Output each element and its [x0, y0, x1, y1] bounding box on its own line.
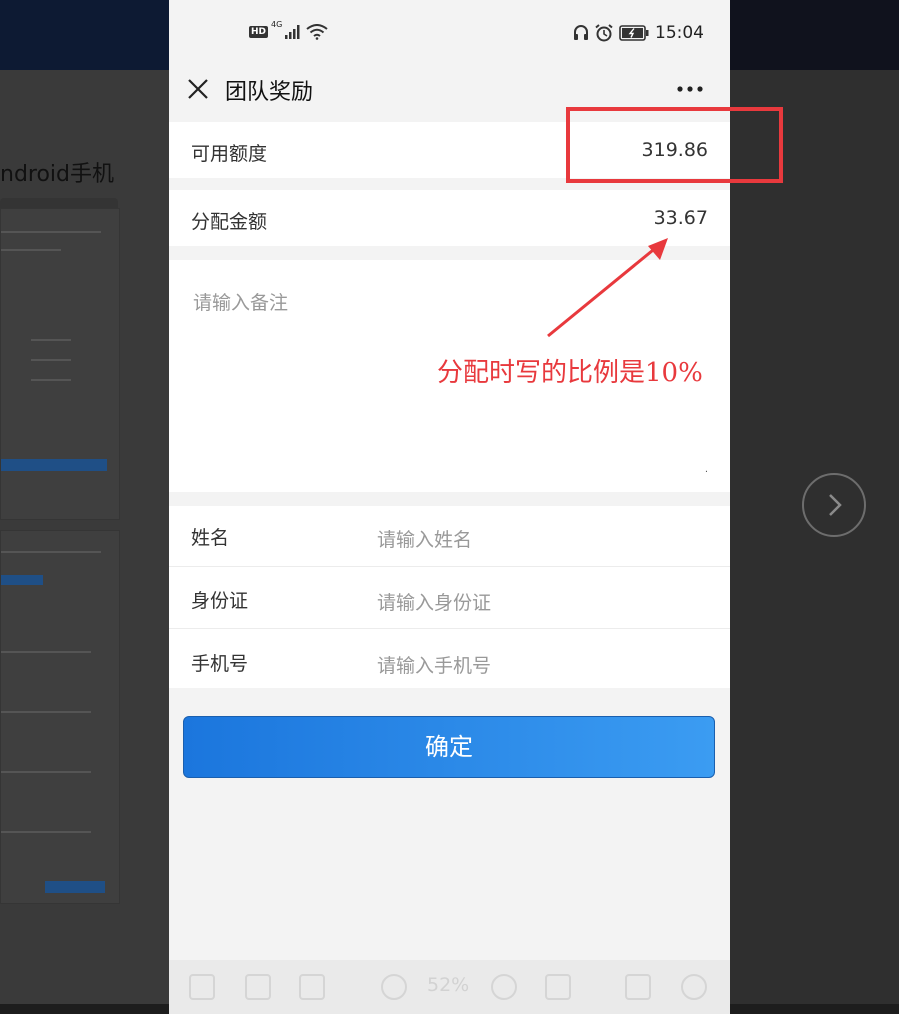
allocation-amount-value[interactable]: 33.67: [654, 207, 708, 229]
close-icon[interactable]: [186, 77, 210, 101]
status-bar: HD 4G 15:04: [169, 0, 730, 66]
refresh-icon[interactable]: [681, 974, 707, 1000]
background-right-panel: [730, 70, 899, 1014]
id-card-input[interactable]: 请输入身份证: [377, 588, 491, 615]
fullscreen-icon[interactable]: [625, 974, 651, 1000]
allocation-amount-label: 分配金额: [191, 211, 268, 233]
page-title: 团队奖励: [225, 80, 314, 105]
signal-icon: [285, 25, 300, 39]
save-icon[interactable]: [189, 974, 215, 1000]
battery-icon: [619, 25, 649, 41]
id-card-label: 身份证: [191, 590, 249, 612]
headset-icon: [574, 25, 588, 40]
next-page-button[interactable]: [802, 473, 866, 537]
phone-label: 手机号: [191, 653, 249, 675]
chevron-right-icon: [829, 494, 842, 516]
background-thumbnail: [0, 530, 120, 904]
alarm-icon: [595, 24, 613, 42]
viewer-top-bar-right: [730, 0, 899, 70]
confirm-button[interactable]: 确定: [183, 716, 715, 778]
zoom-out-icon[interactable]: [381, 974, 407, 1000]
background-document: ndroid手机: [0, 70, 169, 1014]
rotate-icon[interactable]: [245, 974, 271, 1000]
highlight-box: [566, 107, 783, 183]
zoom-level: 52%: [427, 974, 470, 996]
background-thumbnail: [0, 208, 120, 520]
zoom-in-icon[interactable]: [491, 974, 517, 1000]
annotation-text: 分配时写的比例是10%: [437, 358, 703, 388]
name-input[interactable]: 请输入姓名: [377, 525, 472, 552]
hd-badge: HD: [249, 26, 269, 38]
status-left: HD 4G: [249, 20, 328, 42]
phone-input[interactable]: 请输入手机号: [377, 651, 491, 678]
status-right: 15:04: [573, 22, 704, 44]
background-title: ndroid手机: [0, 162, 115, 187]
available-amount-label: 可用额度: [191, 143, 268, 165]
divider: [169, 566, 730, 567]
actual-size-icon[interactable]: [545, 974, 571, 1000]
network-label: 4G: [271, 20, 283, 29]
more-icon[interactable]: [676, 85, 704, 93]
personal-info-form: 姓名 请输入姓名 身份证 请输入身份证 手机号 请输入手机号: [169, 506, 730, 688]
name-label: 姓名: [191, 527, 230, 549]
clock: 15:04: [655, 23, 704, 43]
share-icon[interactable]: [299, 974, 325, 1000]
divider: [169, 628, 730, 629]
resize-handle: ·: [704, 467, 708, 478]
annotation-arrow: [547, 238, 668, 338]
viewer-toolbar: 52%: [169, 960, 730, 1014]
wifi-icon: [306, 24, 328, 40]
remark-placeholder: 请输入备注: [193, 292, 289, 314]
